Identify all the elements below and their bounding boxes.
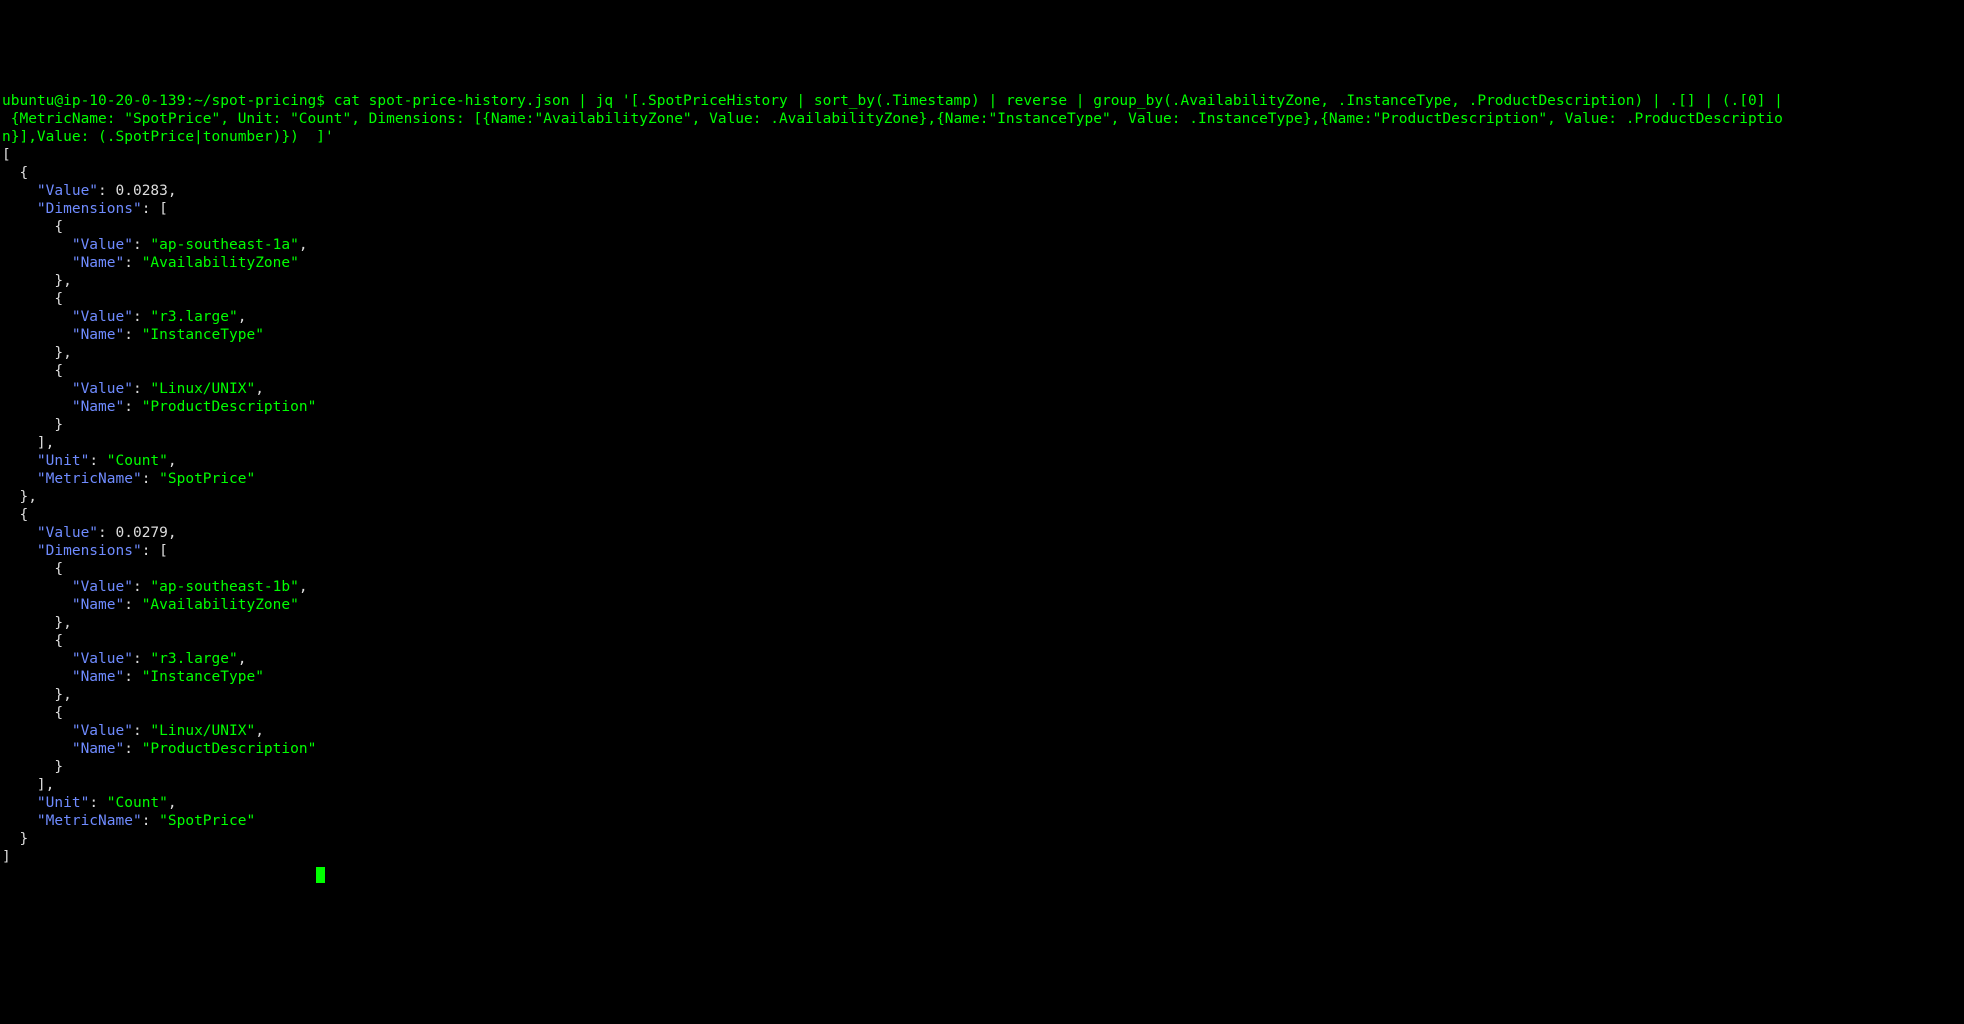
json-output-block: [ { "Value": 0.0283, "Dimensions": [ { "… <box>2 147 316 865</box>
terminal-window[interactable]: ubuntu@ip-10-20-0-139:~/spot-pricing$ ca… <box>0 90 1964 884</box>
shell-prompt: ubuntu@ip-10-20-0-139:~/spot-pricing$ <box>2 93 334 109</box>
command-line-3: n}],Value: (.SpotPrice|tonumber)}) ]' <box>2 129 334 145</box>
cursor-block-icon <box>316 867 325 883</box>
command-line-1: cat spot-price-history.json | jq '[.Spot… <box>334 93 1783 109</box>
prompt-separator: $ <box>316 93 325 109</box>
prompt-user-host: ubuntu@ip-10-20-0-139 <box>2 93 185 109</box>
command-line-2: {MetricName: "SpotPrice", Unit: "Count",… <box>2 111 1783 127</box>
prompt-cwd: ~/spot-pricing <box>194 93 316 109</box>
next-prompt-line <box>2 867 325 883</box>
